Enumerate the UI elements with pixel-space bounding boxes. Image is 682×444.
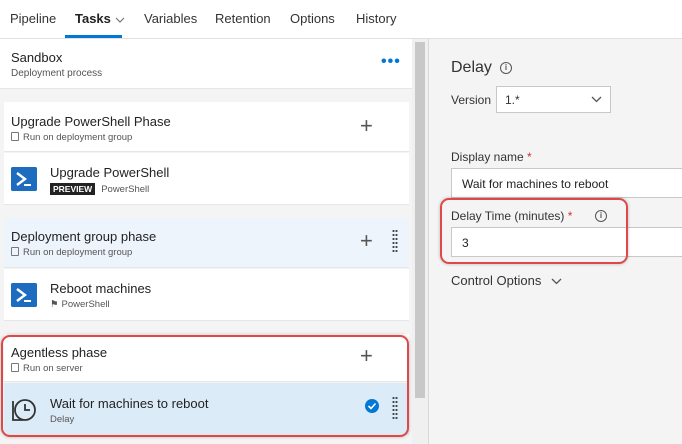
chevron-down-icon [115,17,125,23]
version-select[interactable]: 1.* [496,86,611,113]
info-icon[interactable]: i [595,210,607,222]
tab-options[interactable]: Options [290,11,335,26]
selected-check-icon [365,399,379,413]
task-reboot-machines[interactable]: Reboot machines ⚑ PowerShell [4,269,409,321]
phase-upgrade-powershell[interactable]: Upgrade PowerShell Phase Run on deployme… [4,102,409,152]
control-options-toggle[interactable]: Control Options [451,273,562,288]
task-subtitle: PREVIEW PowerShell [50,183,149,195]
environment-subtitle: Deployment process [11,68,103,79]
version-value: 1.* [505,93,520,107]
phase-subtitle-text: Run on deployment group [23,132,133,143]
more-options-button[interactable]: ••• [381,53,401,71]
control-options-label: Control Options [451,273,542,288]
tab-history[interactable]: History [356,11,396,26]
chevron-down-icon [591,96,602,103]
server-icon [11,363,19,372]
delay-time-field[interactable]: 3 [451,227,682,257]
preview-badge: PREVIEW [50,183,96,195]
display-name-label: Display name * [451,150,532,164]
display-name-label-text: Display name [451,150,524,164]
phase-subtitle-text: Run on deployment group [23,247,133,258]
phase-title: Agentless phase [11,345,108,360]
phase-subtitle: Run on deployment group [11,132,132,143]
environment-title: Sandbox [11,50,63,65]
tab-pipeline[interactable]: Pipeline [10,11,56,26]
task-subtitle-text: PowerShell [61,299,110,310]
task-subtitle-text: PowerShell [101,184,150,195]
version-label: Version [451,93,492,107]
flag-icon: ⚑ [50,299,59,310]
phase-subtitle: Run on deployment group [11,247,132,258]
display-name-value: Wait for machines to reboot [462,177,609,191]
powershell-icon [11,283,37,307]
active-tab-indicator [65,35,122,38]
drag-handle-icon[interactable] [392,229,398,253]
powershell-icon [11,167,37,191]
delay-time-label-text: Delay Time (minutes) [451,209,565,223]
phase-deployment-group[interactable]: Deployment group phase Run on deployment… [4,218,409,268]
task-upgrade-powershell[interactable]: Upgrade PowerShell PREVIEW PowerShell [4,153,409,205]
delay-clock-icon [12,399,36,421]
scrollbar-thumb[interactable] [415,42,425,398]
phase-title: Upgrade PowerShell Phase [11,114,171,129]
task-title: Reboot machines [50,281,152,296]
delay-time-label: Delay Time (minutes) * [451,209,572,223]
required-marker: * [567,209,573,223]
environment-header[interactable]: Sandbox Deployment process ••• [0,39,412,89]
phase-subtitle: Run on server [11,363,83,374]
tab-bar: Pipeline Tasks Variables Retention Optio… [0,0,682,39]
delay-time-value: 3 [462,236,469,250]
phase-title: Deployment group phase [11,229,157,244]
drag-handle-icon[interactable] [392,396,398,420]
tab-variables[interactable]: Variables [144,11,197,26]
tab-tasks-label: Tasks [75,11,111,26]
add-task-button[interactable]: + [360,115,373,137]
display-name-field[interactable]: Wait for machines to reboot [451,168,682,198]
add-task-button[interactable]: + [360,230,373,252]
server-group-icon [11,132,19,141]
task-title: Wait for machines to reboot [50,396,209,411]
phase-subtitle-text: Run on server [23,363,83,374]
tab-retention[interactable]: Retention [215,11,271,26]
phase-agentless[interactable]: Agentless phase Run on server + [4,334,409,382]
task-details-title: Delay [451,59,492,76]
required-marker: * [527,150,532,164]
server-group-icon [11,247,19,256]
chevron-down-icon [551,278,562,285]
info-icon[interactable]: i [500,62,512,74]
task-title: Upgrade PowerShell [50,165,170,180]
tab-tasks[interactable]: Tasks [75,11,125,26]
task-subtitle: Delay [50,414,75,425]
add-task-button[interactable]: + [360,345,373,367]
task-wait-for-reboot[interactable]: Wait for machines to reboot Delay [4,383,409,435]
task-subtitle: ⚑ PowerShell [50,299,110,310]
